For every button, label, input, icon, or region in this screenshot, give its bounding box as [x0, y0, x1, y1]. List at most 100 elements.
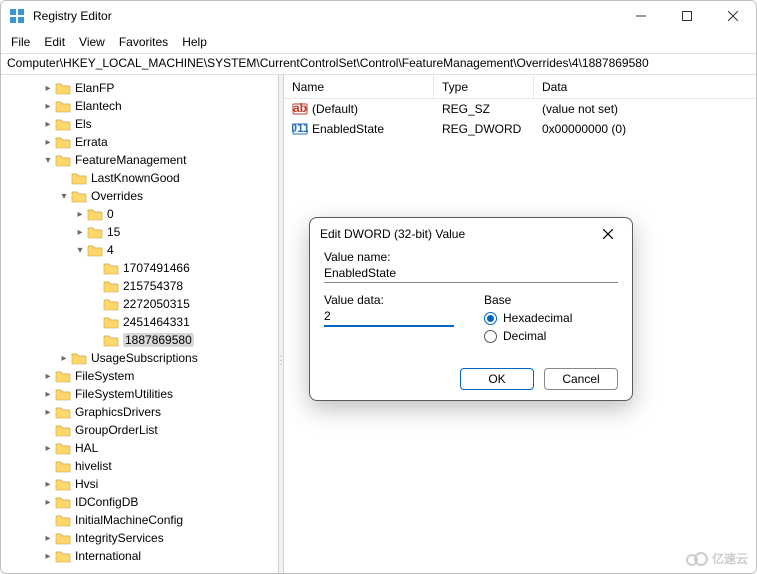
tree-node[interactable]: ▸ IDConfigDB — [1, 493, 278, 511]
tree-label: 2451464331 — [123, 315, 190, 329]
tree-pane[interactable]: ▸ElanFP▸Elantech▸Els▸Errata▾FeatureManag… — [1, 75, 279, 573]
value-name-label: Value name: — [324, 250, 618, 264]
tree-label: HAL — [75, 441, 98, 455]
list-header: Name Type Data — [284, 75, 756, 99]
tree-node[interactable]: ▸ HAL — [1, 439, 278, 457]
maximize-button[interactable] — [664, 1, 710, 31]
radio-decimal[interactable]: Decimal — [484, 329, 618, 343]
tree-node[interactable]: ▸ Elantech — [1, 97, 278, 115]
twisty-icon[interactable]: ▸ — [73, 209, 87, 220]
list-row[interactable]: ab(Default)REG_SZ(value not set) — [284, 99, 756, 119]
tree-node[interactable]: ▾FeatureManagement — [1, 151, 278, 169]
tree-label: Errata — [75, 135, 108, 149]
tree-node[interactable]: 2272050315 — [1, 295, 278, 313]
tree-node[interactable]: 2451464331 — [1, 313, 278, 331]
twisty-icon[interactable]: ▸ — [41, 443, 55, 454]
tree-label: 15 — [107, 225, 120, 239]
tree-label: LastKnownGood — [91, 171, 180, 185]
tree-node[interactable]: ▸ GraphicsDrivers — [1, 403, 278, 421]
tree-node[interactable]: GroupOrderList — [1, 421, 278, 439]
twisty-icon[interactable]: ▸ — [41, 371, 55, 382]
registry-editor-window: Registry Editor File Edit View Favorites… — [0, 0, 757, 574]
radio-icon — [484, 312, 497, 325]
tree-label: 1707491466 — [123, 261, 190, 275]
menu-edit[interactable]: Edit — [44, 35, 65, 49]
tree-label: 0 — [107, 207, 114, 221]
ok-button[interactable]: OK — [460, 368, 534, 390]
menu-help[interactable]: Help — [182, 35, 207, 49]
twisty-icon[interactable]: ▸ — [41, 83, 55, 94]
twisty-icon[interactable]: ▾ — [41, 155, 55, 166]
tree-node[interactable]: ▸ IntegrityServices — [1, 529, 278, 547]
twisty-icon[interactable]: ▸ — [41, 551, 55, 562]
tree-node[interactable]: ▸FileSystem — [1, 367, 278, 385]
tree-node[interactable]: ▸ FileSystemUtilities — [1, 385, 278, 403]
close-button[interactable] — [710, 1, 756, 31]
address-bar[interactable]: Computer\HKEY_LOCAL_MACHINE\SYSTEM\Curre… — [1, 53, 756, 75]
tree-node[interactable]: ▾4 — [1, 241, 278, 259]
tree-label: International — [75, 549, 141, 563]
column-data[interactable]: Data — [534, 75, 756, 98]
tree-node[interactable]: ▸0 — [1, 205, 278, 223]
tree-node[interactable]: 215754378 — [1, 277, 278, 295]
tree-label: ElanFP — [75, 81, 114, 95]
tree-node[interactable]: ▸UsageSubscriptions — [1, 349, 278, 367]
watermark-icon — [686, 552, 708, 566]
twisty-icon[interactable]: ▸ — [41, 119, 55, 130]
tree-label: FileSystemUtilities — [75, 387, 173, 401]
tree-node[interactable]: 1887869580 — [1, 331, 278, 349]
twisty-icon[interactable]: ▸ — [41, 479, 55, 490]
twisty-icon[interactable]: ▸ — [57, 353, 71, 364]
tree-node[interactable]: ▸ International — [1, 547, 278, 565]
window-title: Registry Editor — [33, 9, 618, 23]
menubar: File Edit View Favorites Help — [1, 31, 756, 53]
twisty-icon[interactable]: ▸ — [41, 389, 55, 400]
tree-node[interactable]: 1707491466 — [1, 259, 278, 277]
tree-node[interactable]: ▸Els — [1, 115, 278, 133]
dialog-close-button[interactable] — [594, 226, 622, 242]
column-type[interactable]: Type — [434, 75, 534, 98]
tree-label: Overrides — [91, 189, 143, 203]
tree-label: Hvsi — [75, 477, 98, 491]
tree-node[interactable]: ▸ Errata — [1, 133, 278, 151]
cancel-button[interactable]: Cancel — [544, 368, 618, 390]
minimize-button[interactable] — [618, 1, 664, 31]
list-row[interactable]: 011EnabledStateREG_DWORD0x00000000 (0) — [284, 119, 756, 139]
tree-node[interactable]: ▸ Hvsi — [1, 475, 278, 493]
tree-label: GraphicsDrivers — [75, 405, 161, 419]
splitter-grip-icon: ··· — [279, 355, 282, 367]
tree-label: IntegrityServices — [75, 531, 164, 545]
titlebar: Registry Editor — [1, 1, 756, 31]
menu-view[interactable]: View — [79, 35, 105, 49]
twisty-icon[interactable]: ▸ — [41, 497, 55, 508]
menu-favorites[interactable]: Favorites — [119, 35, 168, 49]
tree-node[interactable]: InitialMachineConfig — [1, 511, 278, 529]
column-name[interactable]: Name — [284, 75, 434, 98]
tree-label: IDConfigDB — [75, 495, 138, 509]
twisty-icon[interactable]: ▸ — [73, 227, 87, 238]
tree-node[interactable]: ▸ ElanFP — [1, 79, 278, 97]
value-data-field[interactable] — [324, 307, 454, 327]
base-label: Base — [484, 293, 618, 307]
twisty-icon[interactable]: ▸ — [41, 137, 55, 148]
tree-label: 215754378 — [123, 279, 183, 293]
tree-node[interactable]: LastKnownGood — [1, 169, 278, 187]
twisty-icon[interactable]: ▸ — [41, 407, 55, 418]
twisty-icon[interactable]: ▾ — [57, 191, 71, 202]
tree-label: Elantech — [75, 99, 122, 113]
tree-node[interactable]: ▾ Overrides — [1, 187, 278, 205]
twisty-icon[interactable]: ▾ — [73, 245, 87, 256]
dialog-title: Edit DWORD (32-bit) Value — [320, 227, 594, 241]
value-name-field[interactable] — [324, 264, 618, 283]
menu-file[interactable]: File — [11, 35, 30, 49]
twisty-icon[interactable]: ▸ — [41, 533, 55, 544]
radio-dec-label: Decimal — [503, 329, 546, 343]
svg-text:ab: ab — [293, 101, 307, 115]
twisty-icon[interactable]: ▸ — [41, 101, 55, 112]
radio-hexadecimal[interactable]: Hexadecimal — [484, 311, 618, 325]
tree-node[interactable]: ▸ 15 — [1, 223, 278, 241]
radio-icon — [484, 330, 497, 343]
value-type: REG_DWORD — [434, 122, 534, 136]
registry-app-icon — [9, 8, 25, 24]
tree-node[interactable]: hivelist — [1, 457, 278, 475]
